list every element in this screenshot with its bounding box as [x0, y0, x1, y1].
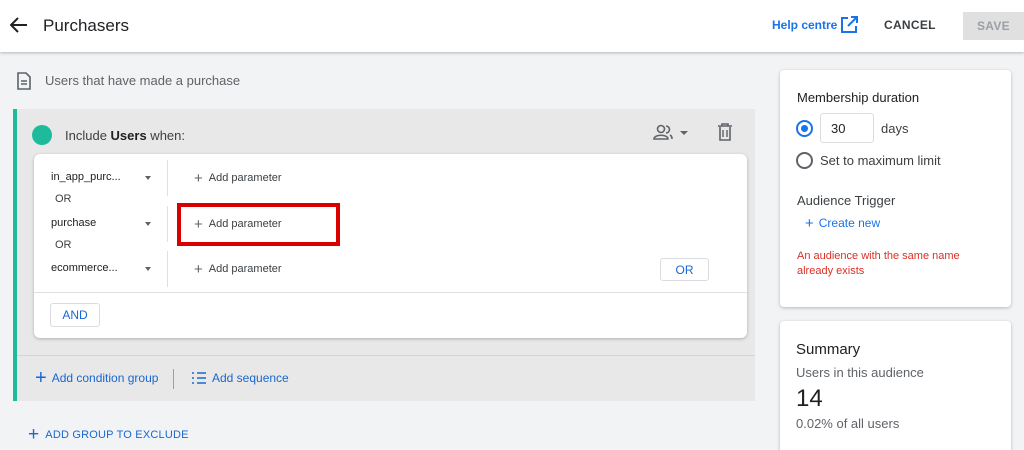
add-group-to-exclude-button[interactable]: + ADD GROUP TO EXCLUDE [28, 424, 189, 445]
scope-selector[interactable]: Users [111, 128, 147, 143]
audience-description[interactable]: Users that have made a purchase [45, 73, 240, 88]
event-select[interactable]: ecommerce... [51, 262, 118, 274]
audience-trigger-title: Audience Trigger [797, 193, 896, 208]
plus-icon: + [805, 215, 814, 232]
summary-panel: Summary Users in this audience 14 0.02% … [780, 321, 1011, 450]
back-arrow-icon[interactable] [8, 14, 30, 36]
document-icon [16, 72, 32, 90]
sequence-icon [192, 372, 206, 384]
summary-title: Summary [796, 341, 861, 358]
plus-icon: + [194, 170, 203, 187]
divider [167, 206, 168, 242]
days-input[interactable]: 30 [820, 113, 874, 143]
or-button[interactable]: OR [660, 258, 709, 281]
highlight-box [177, 203, 340, 246]
days-label: days [881, 121, 909, 136]
max-limit-radio[interactable] [796, 152, 813, 169]
event-select[interactable]: purchase [51, 217, 96, 229]
divider [167, 160, 168, 196]
event-select[interactable]: in_app_purc... [51, 171, 121, 183]
divider [17, 355, 755, 356]
open-in-new-icon[interactable] [840, 16, 858, 34]
and-button[interactable]: AND [50, 303, 100, 327]
save-button[interactable]: SAVE [963, 12, 1024, 40]
divider [173, 369, 174, 389]
page-title: Purchasers [43, 16, 129, 35]
cancel-button[interactable]: CANCEL [884, 18, 936, 32]
top-app-bar: Purchasers Help centre CANCEL SAVE [0, 0, 1024, 52]
caret-down-icon[interactable] [145, 176, 151, 180]
plus-icon: + [28, 424, 40, 445]
include-users-label: Include Users when: [65, 128, 185, 143]
add-parameter-button[interactable]: + Add parameter [194, 261, 282, 278]
days-radio[interactable] [796, 120, 813, 137]
create-new-trigger-button[interactable]: + Create new [805, 215, 880, 232]
add-sequence-button[interactable]: Add sequence [191, 371, 289, 385]
divider [34, 292, 747, 293]
people-dropdown-icon[interactable] [653, 123, 691, 143]
user-count: 14 [796, 385, 823, 412]
or-separator: OR [55, 193, 72, 205]
membership-panel: Membership duration 30 days Set to maxim… [780, 70, 1011, 307]
include-condition-group: Include Users when: in_app_purc... + Add … [13, 109, 755, 401]
user-percent: 0.02% of all users [796, 416, 900, 431]
add-condition-group-button[interactable]: + Add condition group [35, 367, 158, 389]
membership-duration-title: Membership duration [797, 90, 920, 105]
plus-icon: + [35, 367, 47, 389]
summary-subtitle: Users in this audience [796, 365, 924, 380]
help-centre-link[interactable]: Help centre [772, 18, 837, 32]
delete-icon[interactable] [717, 123, 735, 143]
caret-down-icon[interactable] [145, 222, 151, 226]
add-parameter-button[interactable]: + Add parameter [194, 170, 282, 187]
or-separator: OR [55, 239, 72, 251]
caret-down-icon[interactable] [145, 267, 151, 271]
plus-icon: + [194, 261, 203, 278]
divider [167, 251, 168, 287]
max-limit-label: Set to maximum limit [820, 153, 941, 168]
error-message: An audience with the same name already e… [797, 250, 960, 277]
group-status-dot [32, 125, 52, 145]
conditions-card: in_app_purc... + Add parameter OR purchas… [34, 154, 747, 338]
